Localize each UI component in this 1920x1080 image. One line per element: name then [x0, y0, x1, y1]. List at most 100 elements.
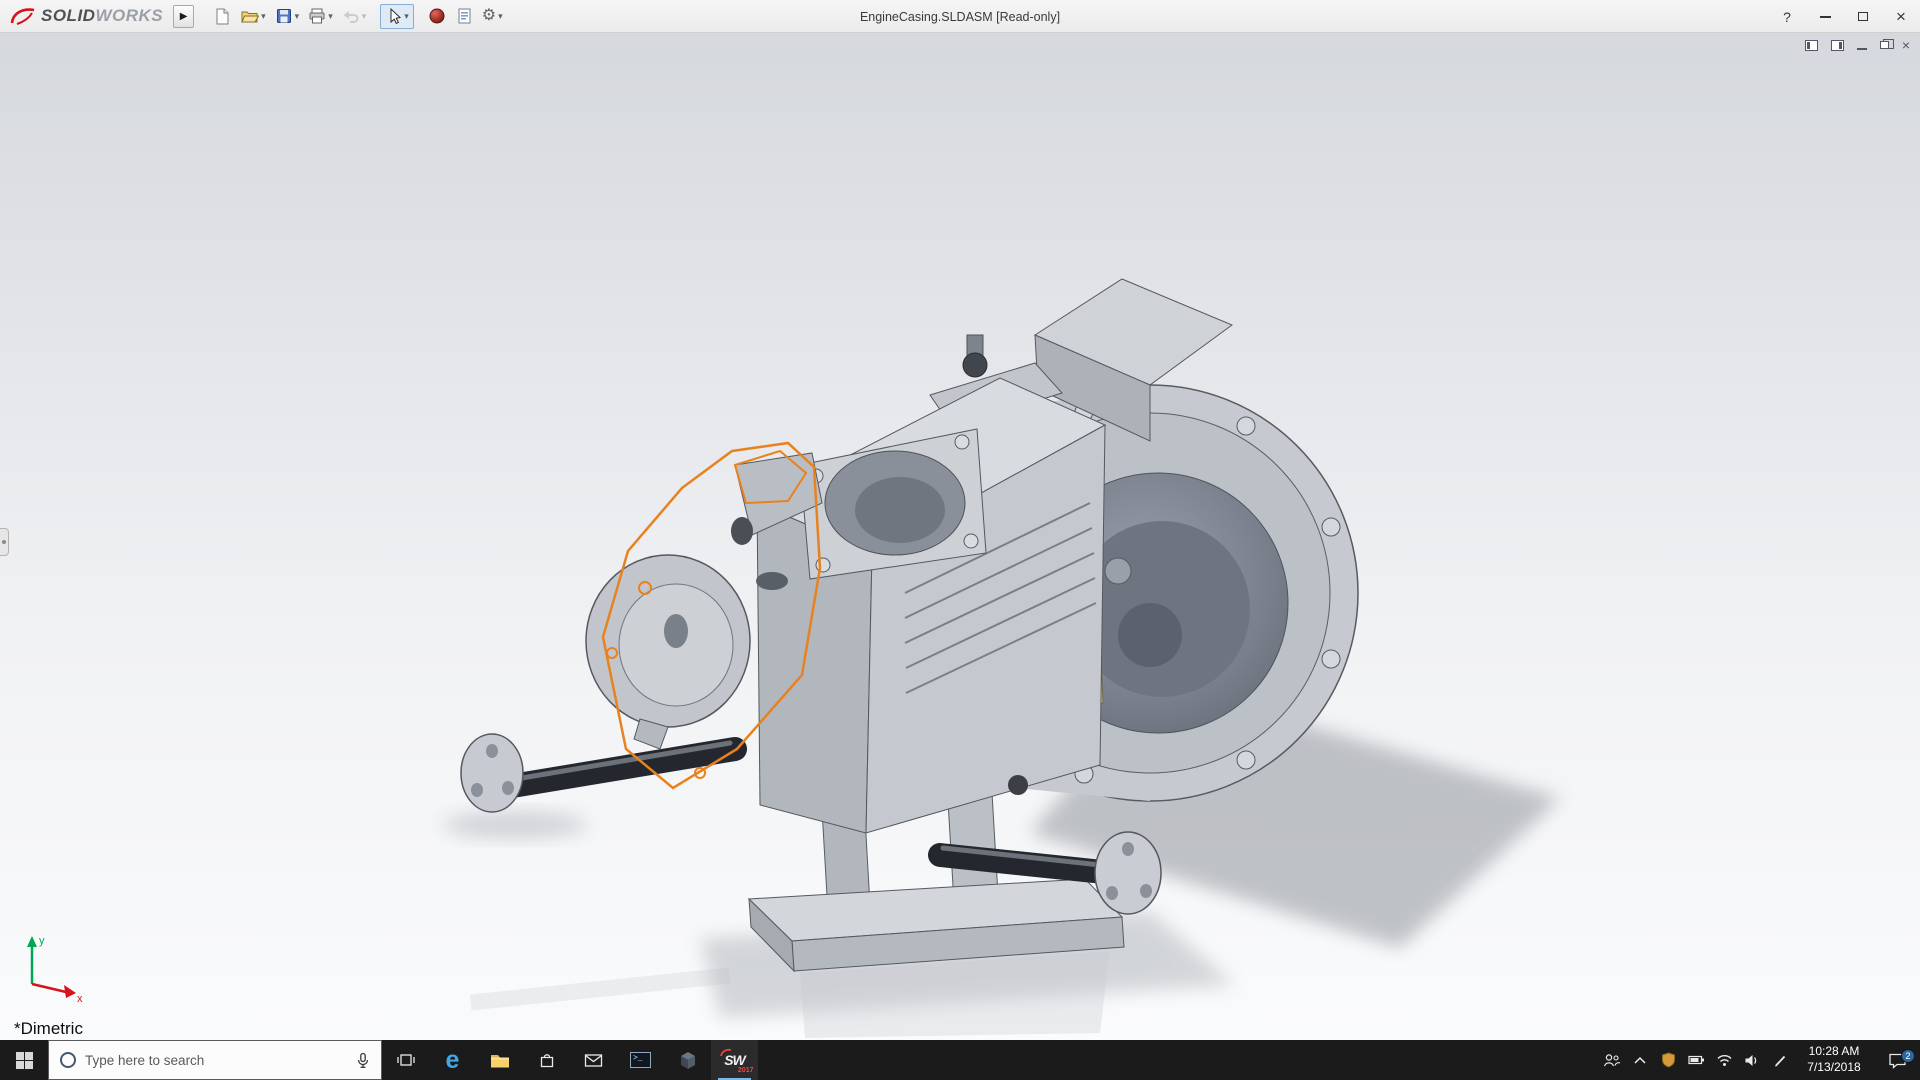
open-button[interactable]: ▾: [237, 3, 269, 29]
feature-manager-collapsed-handle[interactable]: [0, 528, 9, 556]
network-status-button[interactable]: [1710, 1040, 1738, 1080]
doc-close-icon[interactable]: ×: [1902, 38, 1910, 52]
undo-icon: [343, 11, 359, 23]
clock-time: 10:28 AM: [1808, 1044, 1860, 1059]
appearance-sphere-icon: [429, 8, 445, 24]
volume-icon: [1745, 1054, 1757, 1066]
windows-taskbar: e >_: [0, 1040, 1920, 1080]
menu-flyout-button[interactable]: ▶: [173, 4, 195, 28]
mail-button[interactable]: [570, 1040, 617, 1080]
undo-dropdown-arrow[interactable]: ▾: [362, 11, 367, 22]
undo-button[interactable]: ▾: [339, 3, 370, 29]
new-document-icon: [216, 8, 229, 25]
terminal-button[interactable]: >_: [617, 1040, 664, 1080]
task-view-icon: [396, 1054, 415, 1066]
cad-cube-button[interactable]: [664, 1040, 711, 1080]
solidworks-app-button[interactable]: SW 2017: [711, 1040, 758, 1080]
people-button[interactable]: [1598, 1040, 1626, 1080]
file-properties-button[interactable]: [452, 3, 476, 29]
minimize-icon: [1819, 15, 1831, 18]
wifi-icon: [1716, 1055, 1732, 1066]
engine-casing-model[interactable]: [0, 33, 1920, 1040]
select-arrow-icon: [390, 7, 402, 25]
store-icon: [540, 1054, 553, 1068]
taskbar-search[interactable]: [48, 1040, 382, 1080]
microphone-icon[interactable]: [355, 1052, 371, 1069]
clock-date: 7/13/2018: [1807, 1060, 1861, 1074]
open-folder-icon: [241, 11, 260, 23]
help-button[interactable]: ?: [1768, 0, 1806, 33]
options-dropdown-arrow[interactable]: ▾: [498, 11, 503, 22]
power-status-button[interactable]: [1682, 1040, 1710, 1080]
flyout-arrow-icon: ▶: [179, 10, 188, 22]
save-button[interactable]: ▾: [272, 3, 303, 29]
people-icon: [1603, 1053, 1621, 1066]
window-controls: ? ×: [1768, 0, 1920, 32]
search-input[interactable]: [85, 1052, 345, 1068]
taskbar-clock[interactable]: 10:28 AM 7/13/2018: [1794, 1044, 1874, 1075]
defender-shield-icon: [1661, 1052, 1675, 1068]
crankcase-block[interactable]: [755, 377, 1107, 834]
mail-icon: [584, 1053, 603, 1067]
solidworks-swoosh-icon: [10, 8, 35, 25]
document-window-controls: ×: [1804, 38, 1910, 52]
file-explorer-button[interactable]: [476, 1040, 523, 1080]
system-tray: 10:28 AM 7/13/2018 2: [1598, 1040, 1920, 1080]
help-icon: ?: [1783, 8, 1791, 25]
start-button[interactable]: [0, 1040, 48, 1080]
notification-count-badge: 2: [1901, 1048, 1915, 1063]
security-status-button[interactable]: [1654, 1040, 1682, 1080]
save-icon: [276, 9, 291, 23]
orientation-triad: y x: [27, 935, 83, 1005]
maximize-button[interactable]: [1844, 0, 1882, 33]
cortana-icon: [60, 1052, 76, 1068]
task-view-button[interactable]: [382, 1040, 429, 1080]
close-button[interactable]: ×: [1882, 0, 1920, 33]
doc-pane-right-icon[interactable]: [1830, 39, 1844, 51]
cad-cube-icon: [680, 1051, 695, 1069]
graphics-viewport[interactable]: × y x *Dimetric: [0, 33, 1920, 1040]
view-orientation-label: *Dimetric: [14, 1019, 83, 1038]
quick-access-toolbar: ▾ ▾ ▾ ▾ ▾ ⚙ ▾: [210, 3, 506, 29]
action-center-button[interactable]: 2: [1874, 1048, 1920, 1069]
minimize-button[interactable]: [1806, 0, 1844, 33]
pen-icon: [1774, 1055, 1785, 1066]
print-icon: [309, 8, 325, 24]
pinned-apps: e >_ SW 2017: [382, 1040, 758, 1080]
brand-text: SOLIDWORKS: [41, 6, 164, 25]
edge-icon: e: [445, 1045, 460, 1074]
select-dropdown-arrow[interactable]: ▾: [404, 11, 409, 22]
print-dropdown-arrow[interactable]: ▾: [328, 11, 333, 22]
tray-overflow-button[interactable]: [1626, 1040, 1654, 1080]
windows-ink-button[interactable]: [1766, 1040, 1794, 1080]
triad-x-label: x: [77, 993, 83, 1005]
close-icon: ×: [1896, 6, 1906, 26]
solidworks-logo: SOLIDWORKS: [0, 6, 169, 26]
doc-minimize-icon[interactable]: [1856, 48, 1867, 50]
open-dropdown-arrow[interactable]: ▾: [261, 11, 266, 22]
appearance-button[interactable]: [425, 3, 449, 29]
volume-button[interactable]: [1738, 1040, 1766, 1080]
file-properties-icon: [458, 8, 471, 24]
print-button[interactable]: ▾: [305, 3, 336, 29]
window-title: EngineCasing.SLDASM [Read-only]: [859, 9, 1061, 24]
save-dropdown-arrow[interactable]: ▾: [295, 11, 300, 22]
triad-y-label: y: [39, 935, 45, 947]
options-button[interactable]: ⚙ ▾: [479, 3, 506, 29]
titlebar: SOLIDWORKS ▶ ▾ ▾ ▾ ▾ ▾ ⚙ ▾ EngineCasing.…: [0, 0, 1920, 33]
edge-browser-button[interactable]: e: [429, 1040, 476, 1080]
solidworks-icon: SW 2017: [719, 1046, 754, 1074]
left-mounting-rod[interactable]: [460, 733, 747, 813]
maximize-icon: [1858, 12, 1868, 21]
file-explorer-icon: [490, 1054, 509, 1067]
terminal-icon: >_: [630, 1052, 651, 1068]
new-document-button[interactable]: [210, 3, 234, 29]
chevron-up-icon: [1634, 1056, 1646, 1064]
gear-icon: ⚙: [481, 7, 497, 24]
windows-logo-icon: [15, 1051, 33, 1069]
select-tool-active[interactable]: ▾: [380, 3, 414, 29]
doc-restore-icon[interactable]: [1879, 39, 1894, 49]
doc-pane-left-icon[interactable]: [1804, 39, 1818, 51]
store-button[interactable]: [523, 1040, 570, 1080]
battery-icon: [1687, 1055, 1704, 1065]
